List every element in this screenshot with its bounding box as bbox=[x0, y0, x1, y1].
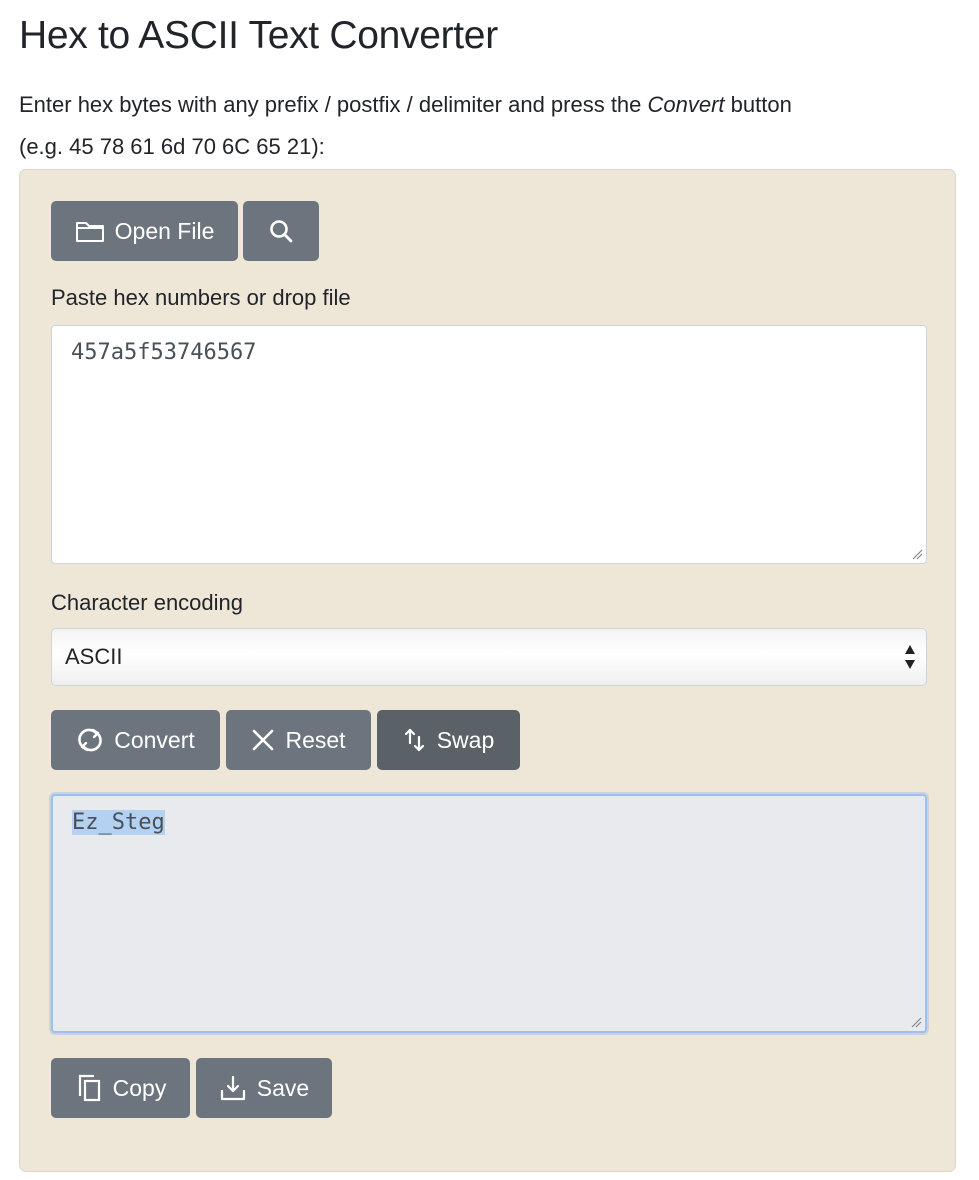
refresh-icon bbox=[76, 726, 104, 754]
encoding-select[interactable]: ASCII bbox=[51, 628, 927, 686]
swap-button[interactable]: Swap bbox=[377, 710, 520, 770]
convert-button[interactable]: Convert bbox=[51, 710, 220, 770]
encoding-selected-value: ASCII bbox=[65, 644, 123, 669]
open-file-label: Open File bbox=[114, 217, 215, 244]
search-button[interactable] bbox=[243, 201, 319, 261]
swap-arrows-icon bbox=[403, 727, 427, 753]
reset-button[interactable]: Reset bbox=[226, 710, 371, 770]
intro-text: Enter hex bytes with any prefix / postfi… bbox=[19, 84, 959, 168]
resize-grip-icon[interactable] bbox=[911, 548, 923, 560]
ascii-output[interactable]: Ez_Steg bbox=[51, 794, 927, 1033]
input-label: Paste hex numbers or drop file bbox=[51, 285, 351, 310]
page-title: Hex to ASCII Text Converter bbox=[19, 14, 498, 57]
copy-icon bbox=[75, 1072, 103, 1104]
close-icon bbox=[251, 728, 275, 752]
copy-button[interactable]: Copy bbox=[51, 1058, 190, 1118]
hex-input[interactable]: 457a5f53746567 bbox=[51, 325, 927, 564]
search-icon bbox=[268, 218, 294, 244]
intro-after: button bbox=[724, 92, 792, 117]
intro-before: Enter hex bytes with any prefix / postfi… bbox=[19, 92, 648, 117]
convert-label: Convert bbox=[114, 726, 195, 753]
ascii-output-value: Ez_Steg bbox=[72, 810, 165, 835]
resize-grip-icon[interactable] bbox=[910, 1016, 922, 1028]
download-icon bbox=[219, 1074, 247, 1102]
intro-example: (e.g. 45 78 61 6d 70 6C 65 21): bbox=[19, 134, 325, 159]
copy-label: Copy bbox=[112, 1074, 167, 1101]
folder-icon bbox=[75, 219, 105, 243]
select-arrows-icon bbox=[905, 645, 915, 669]
swap-label: Swap bbox=[436, 726, 495, 753]
open-file-button[interactable]: Open File bbox=[51, 201, 238, 261]
converter-panel: Open File Paste hex numbers or drop file… bbox=[19, 169, 956, 1172]
reset-label: Reset bbox=[285, 726, 346, 753]
intro-emphasis: Convert bbox=[647, 92, 725, 117]
page: Hex to ASCII Text Converter Enter hex by… bbox=[0, 0, 979, 1180]
save-button[interactable]: Save bbox=[196, 1058, 332, 1118]
hex-input-value: 457a5f53746567 bbox=[71, 340, 257, 365]
save-label: Save bbox=[256, 1074, 310, 1101]
encoding-label: Character encoding bbox=[51, 590, 244, 615]
